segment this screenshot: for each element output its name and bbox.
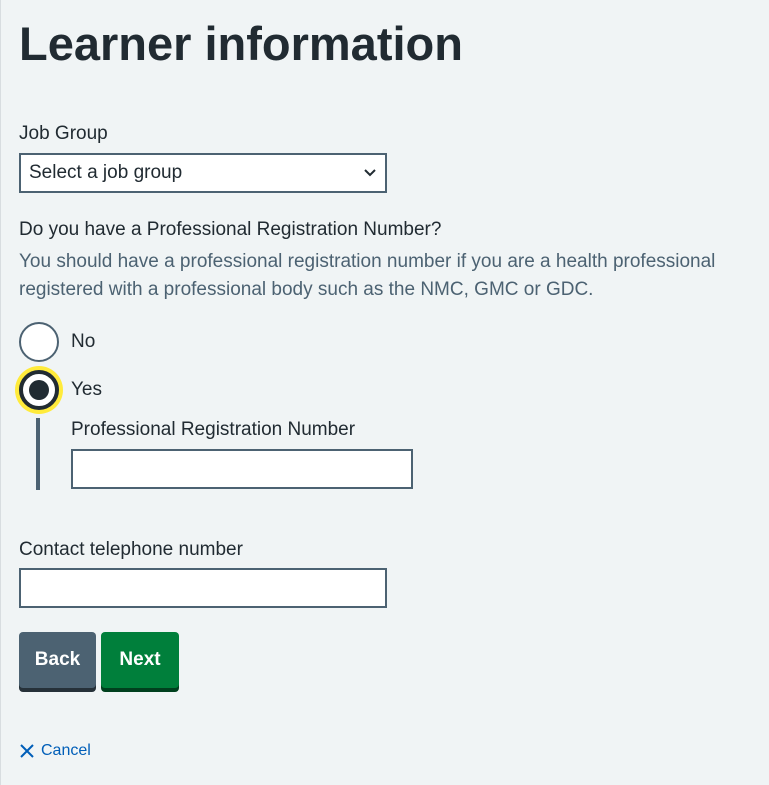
job-group-select[interactable]: Select a job group (19, 153, 387, 193)
conditional-reveal-bar (36, 418, 40, 490)
close-icon (19, 743, 41, 759)
radio-yes-circle[interactable] (19, 370, 59, 410)
next-button[interactable]: Next (101, 632, 179, 688)
telephone-input[interactable] (19, 568, 387, 608)
radio-yes-label: Yes (71, 379, 102, 400)
registration-question: Do you have a Professional Registration … (19, 219, 442, 240)
job-group-select-value: Select a job group (29, 162, 183, 183)
radio-option-yes[interactable]: Yes (19, 370, 102, 410)
telephone-label: Contact telephone number (19, 539, 243, 560)
registration-number-input[interactable] (71, 449, 413, 489)
job-group-label: Job Group (19, 123, 108, 144)
cancel-link[interactable]: Cancel (19, 740, 91, 762)
radio-no-circle[interactable] (19, 322, 59, 362)
registration-hint: You should have a professional registrat… (19, 251, 716, 300)
registration-number-label: Professional Registration Number (71, 419, 356, 440)
radio-option-no[interactable]: No (19, 322, 95, 362)
cancel-label: Cancel (41, 742, 91, 759)
radio-no-label: No (71, 331, 96, 352)
chevron-down-icon (363, 166, 377, 180)
page-title: Learner information (19, 17, 463, 70)
back-button[interactable]: Back (19, 632, 96, 688)
